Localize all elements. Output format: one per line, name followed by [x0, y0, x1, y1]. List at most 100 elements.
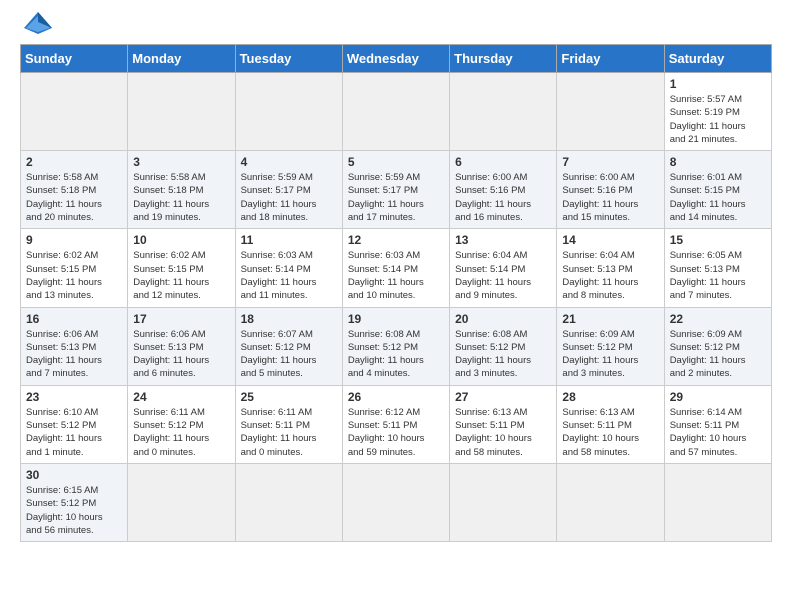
- calendar-cell: 28 Sunrise: 6:13 AM Sunset: 5:11 PM Dayli…: [557, 385, 664, 463]
- day-number: 7: [562, 155, 658, 169]
- calendar-table: SundayMondayTuesdayWednesdayThursdayFrid…: [20, 44, 772, 542]
- day-number: 12: [348, 233, 444, 247]
- calendar-cell: [342, 73, 449, 151]
- day-info: Sunrise: 6:12 AM Sunset: 5:11 PM Dayligh…: [348, 406, 444, 459]
- day-number: 20: [455, 312, 551, 326]
- day-number: 15: [670, 233, 766, 247]
- day-number: 23: [26, 390, 122, 404]
- day-info: Sunrise: 6:11 AM Sunset: 5:11 PM Dayligh…: [241, 406, 337, 459]
- day-number: 18: [241, 312, 337, 326]
- day-info: Sunrise: 6:02 AM Sunset: 5:15 PM Dayligh…: [133, 249, 229, 302]
- day-info: Sunrise: 6:00 AM Sunset: 5:16 PM Dayligh…: [562, 171, 658, 224]
- day-info: Sunrise: 6:00 AM Sunset: 5:16 PM Dayligh…: [455, 171, 551, 224]
- calendar-week-4: 16 Sunrise: 6:06 AM Sunset: 5:13 PM Dayli…: [21, 307, 772, 385]
- calendar-week-1: 1 Sunrise: 5:57 AM Sunset: 5:19 PM Daylig…: [21, 73, 772, 151]
- calendar-cell: 22 Sunrise: 6:09 AM Sunset: 5:12 PM Dayli…: [664, 307, 771, 385]
- calendar-cell: [664, 463, 771, 541]
- calendar-cell: 27 Sunrise: 6:13 AM Sunset: 5:11 PM Dayli…: [450, 385, 557, 463]
- calendar-cell: 8 Sunrise: 6:01 AM Sunset: 5:15 PM Daylig…: [664, 151, 771, 229]
- day-number: 21: [562, 312, 658, 326]
- day-number: 22: [670, 312, 766, 326]
- calendar-cell: 5 Sunrise: 5:59 AM Sunset: 5:17 PM Daylig…: [342, 151, 449, 229]
- page-header: [20, 16, 772, 34]
- day-info: Sunrise: 6:13 AM Sunset: 5:11 PM Dayligh…: [455, 406, 551, 459]
- calendar-cell: 16Sunrise: 6:06 AM Sunset: 5:13 PM Dayli…: [21, 307, 128, 385]
- day-number: 4: [241, 155, 337, 169]
- day-info: Sunrise: 6:15 AM Sunset: 5:12 PM Dayligh…: [26, 484, 122, 537]
- calendar-cell: 6 Sunrise: 6:00 AM Sunset: 5:16 PM Daylig…: [450, 151, 557, 229]
- day-info: Sunrise: 5:58 AM Sunset: 5:18 PM Dayligh…: [26, 171, 122, 224]
- calendar-cell: 13Sunrise: 6:04 AM Sunset: 5:14 PM Dayli…: [450, 229, 557, 307]
- day-info: Sunrise: 6:14 AM Sunset: 5:11 PM Dayligh…: [670, 406, 766, 459]
- calendar-cell: 19 Sunrise: 6:08 AM Sunset: 5:12 PM Dayli…: [342, 307, 449, 385]
- day-number: 6: [455, 155, 551, 169]
- calendar-cell: 9 Sunrise: 6:02 AM Sunset: 5:15 PM Daylig…: [21, 229, 128, 307]
- day-info: Sunrise: 6:04 AM Sunset: 5:13 PM Dayligh…: [562, 249, 658, 302]
- calendar-cell: 18 Sunrise: 6:07 AM Sunset: 5:12 PM Dayli…: [235, 307, 342, 385]
- calendar-cell: 11 Sunrise: 6:03 AM Sunset: 5:14 PM Dayli…: [235, 229, 342, 307]
- calendar-cell: [557, 73, 664, 151]
- weekday-header-wednesday: Wednesday: [342, 45, 449, 73]
- day-number: 8: [670, 155, 766, 169]
- day-info: Sunrise: 6:08 AM Sunset: 5:12 PM Dayligh…: [455, 328, 551, 381]
- day-info: Sunrise: 6:11 AM Sunset: 5:12 PM Dayligh…: [133, 406, 229, 459]
- day-number: 10: [133, 233, 229, 247]
- day-number: 1: [670, 77, 766, 91]
- logo: [20, 16, 52, 34]
- day-info: Sunrise: 5:59 AM Sunset: 5:17 PM Dayligh…: [348, 171, 444, 224]
- day-number: 11: [241, 233, 337, 247]
- calendar-week-5: 23 Sunrise: 6:10 AM Sunset: 5:12 PM Dayli…: [21, 385, 772, 463]
- day-number: 2: [26, 155, 122, 169]
- day-info: Sunrise: 6:13 AM Sunset: 5:11 PM Dayligh…: [562, 406, 658, 459]
- calendar-cell: [450, 463, 557, 541]
- calendar-cell: 20 Sunrise: 6:08 AM Sunset: 5:12 PM Dayli…: [450, 307, 557, 385]
- day-number: 26: [348, 390, 444, 404]
- day-number: 5: [348, 155, 444, 169]
- calendar-week-3: 9 Sunrise: 6:02 AM Sunset: 5:15 PM Daylig…: [21, 229, 772, 307]
- calendar-cell: 2 Sunrise: 5:58 AM Sunset: 5:18 PM Daylig…: [21, 151, 128, 229]
- calendar-cell: 30 Sunrise: 6:15 AM Sunset: 5:12 PM Dayli…: [21, 463, 128, 541]
- logo-icon: [24, 12, 52, 34]
- calendar-cell: 1 Sunrise: 5:57 AM Sunset: 5:19 PM Daylig…: [664, 73, 771, 151]
- calendar-cell: [450, 73, 557, 151]
- day-number: 29: [670, 390, 766, 404]
- day-info: Sunrise: 6:02 AM Sunset: 5:15 PM Dayligh…: [26, 249, 122, 302]
- day-info: Sunrise: 5:59 AM Sunset: 5:17 PM Dayligh…: [241, 171, 337, 224]
- day-info: Sunrise: 5:57 AM Sunset: 5:19 PM Dayligh…: [670, 93, 766, 146]
- calendar-week-2: 2 Sunrise: 5:58 AM Sunset: 5:18 PM Daylig…: [21, 151, 772, 229]
- calendar-cell: 3Sunrise: 5:58 AM Sunset: 5:18 PM Daylig…: [128, 151, 235, 229]
- day-info: Sunrise: 6:10 AM Sunset: 5:12 PM Dayligh…: [26, 406, 122, 459]
- day-info: Sunrise: 6:05 AM Sunset: 5:13 PM Dayligh…: [670, 249, 766, 302]
- day-number: 13: [455, 233, 551, 247]
- day-info: Sunrise: 6:07 AM Sunset: 5:12 PM Dayligh…: [241, 328, 337, 381]
- day-number: 16: [26, 312, 122, 326]
- day-number: 19: [348, 312, 444, 326]
- day-number: 28: [562, 390, 658, 404]
- calendar-cell: 12 Sunrise: 6:03 AM Sunset: 5:14 PM Dayli…: [342, 229, 449, 307]
- day-number: 17: [133, 312, 229, 326]
- weekday-header-saturday: Saturday: [664, 45, 771, 73]
- day-info: Sunrise: 6:03 AM Sunset: 5:14 PM Dayligh…: [241, 249, 337, 302]
- calendar-cell: 24 Sunrise: 6:11 AM Sunset: 5:12 PM Dayli…: [128, 385, 235, 463]
- calendar-cell: [342, 463, 449, 541]
- weekday-header-tuesday: Tuesday: [235, 45, 342, 73]
- day-info: Sunrise: 6:03 AM Sunset: 5:14 PM Dayligh…: [348, 249, 444, 302]
- calendar-cell: 25 Sunrise: 6:11 AM Sunset: 5:11 PM Dayli…: [235, 385, 342, 463]
- day-number: 25: [241, 390, 337, 404]
- day-info: Sunrise: 6:09 AM Sunset: 5:12 PM Dayligh…: [670, 328, 766, 381]
- calendar-cell: [557, 463, 664, 541]
- calendar-cell: 7 Sunrise: 6:00 AM Sunset: 5:16 PM Daylig…: [557, 151, 664, 229]
- calendar-cell: 10 Sunrise: 6:02 AM Sunset: 5:15 PM Dayli…: [128, 229, 235, 307]
- day-info: Sunrise: 6:06 AM Sunset: 5:13 PM Dayligh…: [133, 328, 229, 381]
- day-number: 30: [26, 468, 122, 482]
- weekday-header-thursday: Thursday: [450, 45, 557, 73]
- calendar-cell: [235, 73, 342, 151]
- calendar-cell: 26 Sunrise: 6:12 AM Sunset: 5:11 PM Dayli…: [342, 385, 449, 463]
- day-info: Sunrise: 6:01 AM Sunset: 5:15 PM Dayligh…: [670, 171, 766, 224]
- day-number: 3: [133, 155, 229, 169]
- day-number: 27: [455, 390, 551, 404]
- weekday-header-row: SundayMondayTuesdayWednesdayThursdayFrid…: [21, 45, 772, 73]
- day-info: Sunrise: 6:08 AM Sunset: 5:12 PM Dayligh…: [348, 328, 444, 381]
- day-number: 9: [26, 233, 122, 247]
- day-number: 24: [133, 390, 229, 404]
